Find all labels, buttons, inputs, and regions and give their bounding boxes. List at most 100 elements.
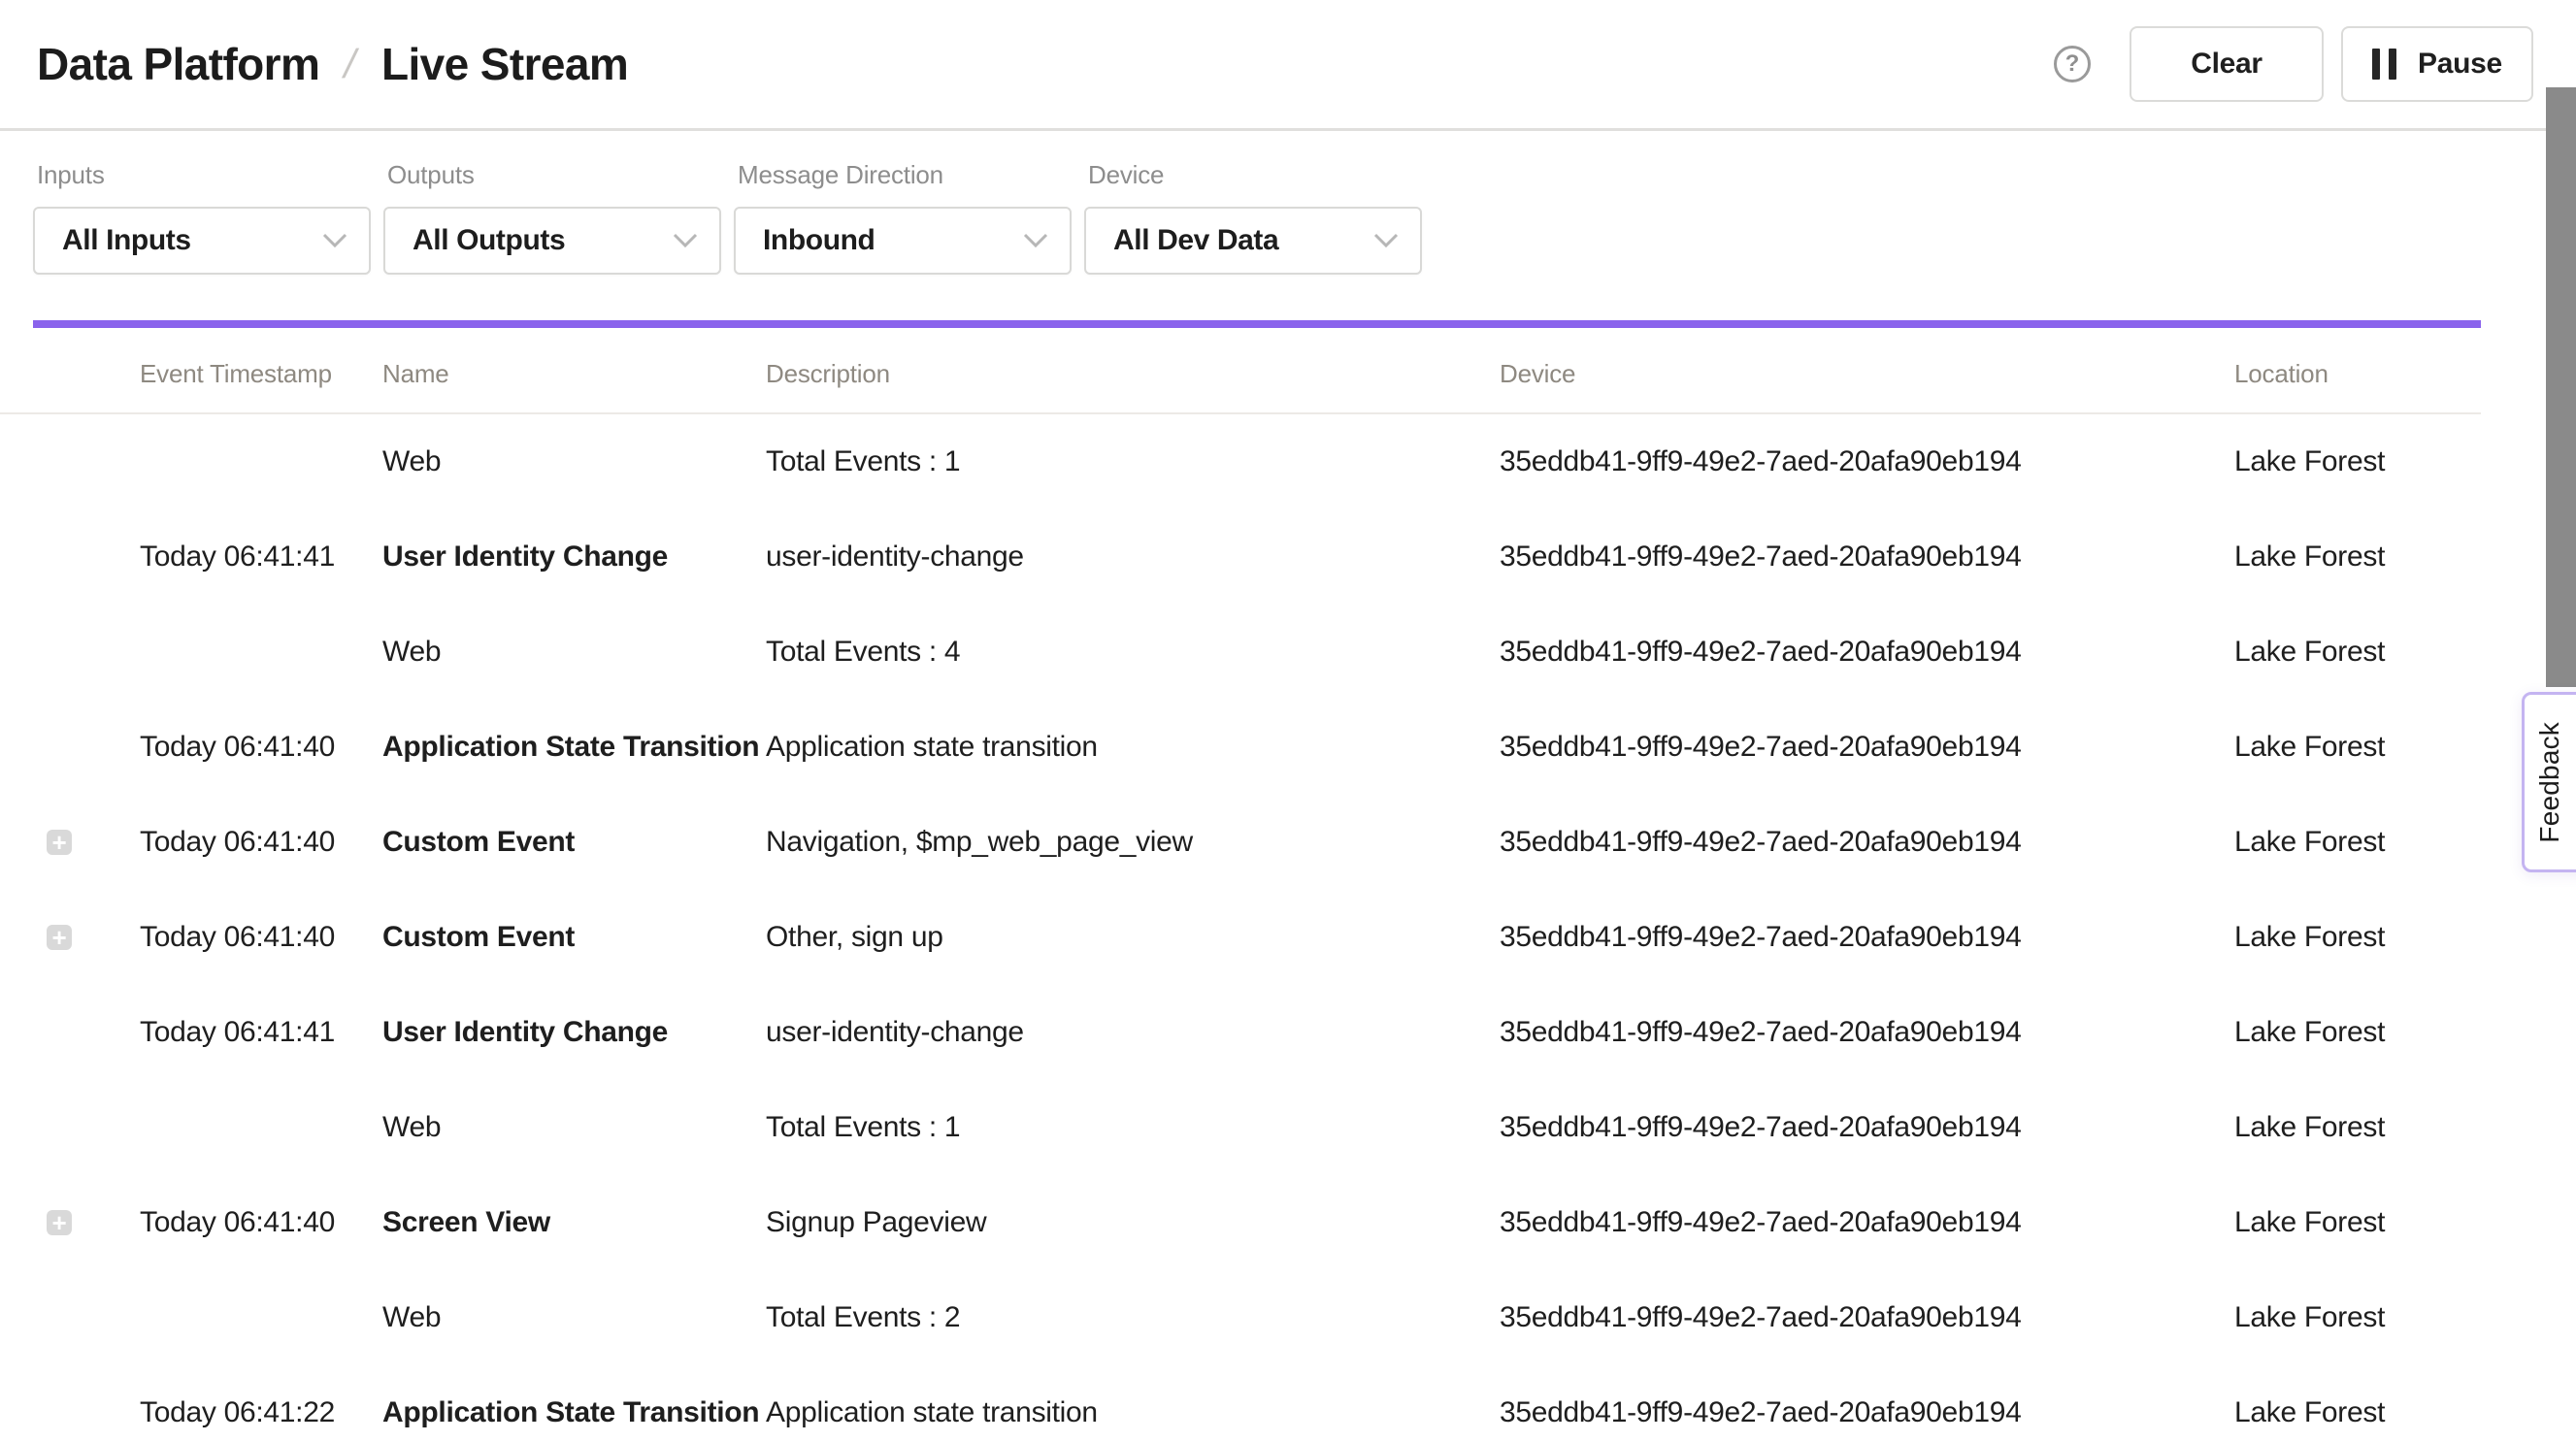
filter-device: Device All Dev Data <box>1084 160 1422 320</box>
expand-cell: + <box>0 890 140 985</box>
vertical-scrollbar-thumb[interactable] <box>2546 87 2576 687</box>
event-name-cell: Web <box>382 636 766 669</box>
event-location-cell: Lake Forest <box>2234 1396 2481 1429</box>
column-name: Name <box>382 359 766 412</box>
filter-outputs: Outputs All Outputs <box>383 160 721 320</box>
event-name-cell: Application State Transition <box>382 1396 766 1429</box>
event-description-cell: Total Events : 4 <box>766 636 1500 669</box>
event-device-cell: 35eddb41-9ff9-49e2-7aed-20afa90eb194 <box>1500 1301 2234 1334</box>
pause-button-label: Pause <box>2418 48 2502 81</box>
expand-row-icon[interactable]: + <box>47 925 72 950</box>
breadcrumb-separator: / <box>340 41 361 87</box>
event-location-cell: Lake Forest <box>2234 731 2481 764</box>
filter-inputs-label: Inputs <box>37 160 371 190</box>
event-description-cell: Navigation, $mp_web_page_view <box>766 826 1500 859</box>
filter-message-direction-label: Message Direction <box>738 160 1072 190</box>
event-location-cell: Lake Forest <box>2234 636 2481 669</box>
chevron-down-icon <box>1373 233 1399 248</box>
header-spacer <box>0 389 140 412</box>
event-description-cell: user-identity-change <box>766 1016 1500 1049</box>
expand-row-icon[interactable]: + <box>47 830 72 855</box>
event-device-cell: 35eddb41-9ff9-49e2-7aed-20afa90eb194 <box>1500 826 2234 859</box>
expand-cell: + <box>0 1365 140 1442</box>
event-table: Event Timestamp Name Description Device … <box>0 328 2481 1442</box>
expand-cell: + <box>0 1080 140 1175</box>
event-location-cell: Lake Forest <box>2234 1301 2481 1334</box>
table-row[interactable]: + Today 06:41:40 Application State Trans… <box>0 700 2481 795</box>
event-description-cell: user-identity-change <box>766 541 1500 574</box>
event-name-cell: Custom Event <box>382 921 766 954</box>
event-location-cell: Lake Forest <box>2234 541 2481 574</box>
event-timestamp-cell: Today 06:41:41 <box>140 1016 382 1049</box>
filter-message-direction: Message Direction Inbound <box>734 160 1072 320</box>
event-device-cell: 35eddb41-9ff9-49e2-7aed-20afa90eb194 <box>1500 636 2234 669</box>
message-direction-dropdown[interactable]: Inbound <box>734 207 1072 275</box>
header-actions: ? Clear Pause <box>2054 26 2533 102</box>
event-location-cell: Lake Forest <box>2234 1111 2481 1144</box>
event-description-cell: Application state transition <box>766 1396 1500 1429</box>
event-device-cell: 35eddb41-9ff9-49e2-7aed-20afa90eb194 <box>1500 1016 2234 1049</box>
page-title: Live Stream <box>381 38 628 90</box>
event-description-cell: Total Events : 1 <box>766 445 1500 478</box>
filter-device-label: Device <box>1088 160 1422 190</box>
event-description-cell: Other, sign up <box>766 921 1500 954</box>
event-location-cell: Lake Forest <box>2234 826 2481 859</box>
event-location-cell: Lake Forest <box>2234 921 2481 954</box>
table-row[interactable]: + Web Total Events : 1 35eddb41-9ff9-49e… <box>0 1080 2481 1175</box>
breadcrumb: Data Platform / Live Stream <box>37 38 628 90</box>
event-device-cell: 35eddb41-9ff9-49e2-7aed-20afa90eb194 <box>1500 731 2234 764</box>
event-location-cell: Lake Forest <box>2234 1206 2481 1239</box>
event-name-cell: Web <box>382 445 766 478</box>
event-device-cell: 35eddb41-9ff9-49e2-7aed-20afa90eb194 <box>1500 445 2234 478</box>
table-row[interactable]: + Today 06:41:41 User Identity Change us… <box>0 985 2481 1080</box>
event-description-cell: Application state transition <box>766 731 1500 764</box>
event-device-cell: 35eddb41-9ff9-49e2-7aed-20afa90eb194 <box>1500 1111 2234 1144</box>
event-location-cell: Lake Forest <box>2234 445 2481 478</box>
message-direction-dropdown-value: Inbound <box>763 224 875 257</box>
table-row[interactable]: + Today 06:41:40 Custom Event Other, sig… <box>0 890 2481 985</box>
table-row[interactable]: + Today 06:41:40 Custom Event Navigation… <box>0 795 2481 890</box>
table-row[interactable]: + Today 06:41:40 Screen View Signup Page… <box>0 1175 2481 1270</box>
inputs-dropdown[interactable]: All Inputs <box>33 207 371 275</box>
live-stream-page: Data Platform / Live Stream ? Clear Paus… <box>0 0 2576 1442</box>
table-row[interactable]: + Today 06:41:22 Application State Trans… <box>0 1365 2481 1442</box>
expand-cell: + <box>0 1175 140 1270</box>
column-location: Location <box>2234 359 2481 412</box>
table-row[interactable]: + Today 06:41:41 User Identity Change us… <box>0 509 2481 605</box>
event-name-cell: Application State Transition <box>382 731 766 764</box>
chevron-down-icon <box>322 233 347 248</box>
table-row[interactable]: + Web Total Events : 1 35eddb41-9ff9-49e… <box>0 414 2481 509</box>
device-dropdown[interactable]: All Dev Data <box>1084 207 1422 275</box>
event-description-cell: Signup Pageview <box>766 1206 1500 1239</box>
expand-cell: + <box>0 985 140 1080</box>
breadcrumb-data-platform[interactable]: Data Platform <box>37 38 319 90</box>
event-rows: + Web Total Events : 1 35eddb41-9ff9-49e… <box>0 414 2481 1442</box>
event-timestamp-cell: Today 06:41:41 <box>140 541 382 574</box>
table-header-row: Event Timestamp Name Description Device … <box>0 328 2481 414</box>
outputs-dropdown[interactable]: All Outputs <box>383 207 721 275</box>
chevron-down-icon <box>673 233 698 248</box>
expand-cell: + <box>0 1270 140 1365</box>
pause-button[interactable]: Pause <box>2341 26 2533 102</box>
event-timestamp-cell: Today 06:41:40 <box>140 826 382 859</box>
expand-cell: + <box>0 795 140 890</box>
event-name-cell: User Identity Change <box>382 541 766 574</box>
filter-inputs: Inputs All Inputs <box>33 160 371 320</box>
filter-outputs-label: Outputs <box>387 160 721 190</box>
pause-icon <box>2372 49 2396 80</box>
event-description-cell: Total Events : 1 <box>766 1111 1500 1144</box>
help-icon[interactable]: ? <box>2054 46 2091 82</box>
expand-row-icon[interactable]: + <box>47 1210 72 1235</box>
event-name-cell: Web <box>382 1111 766 1144</box>
event-name-cell: Custom Event <box>382 826 766 859</box>
feedback-tab-label: Feedback <box>2534 722 2565 843</box>
filter-bar: Inputs All Inputs Outputs All Outputs Me… <box>33 131 1422 320</box>
event-description-cell: Total Events : 2 <box>766 1301 1500 1334</box>
column-description: Description <box>766 359 1500 412</box>
event-device-cell: 35eddb41-9ff9-49e2-7aed-20afa90eb194 <box>1500 1396 2234 1429</box>
table-row[interactable]: + Web Total Events : 2 35eddb41-9ff9-49e… <box>0 1270 2481 1365</box>
accent-divider <box>33 320 2481 328</box>
clear-button[interactable]: Clear <box>2130 26 2324 102</box>
feedback-tab[interactable]: Feedback <box>2522 692 2576 872</box>
table-row[interactable]: + Web Total Events : 4 35eddb41-9ff9-49e… <box>0 605 2481 700</box>
